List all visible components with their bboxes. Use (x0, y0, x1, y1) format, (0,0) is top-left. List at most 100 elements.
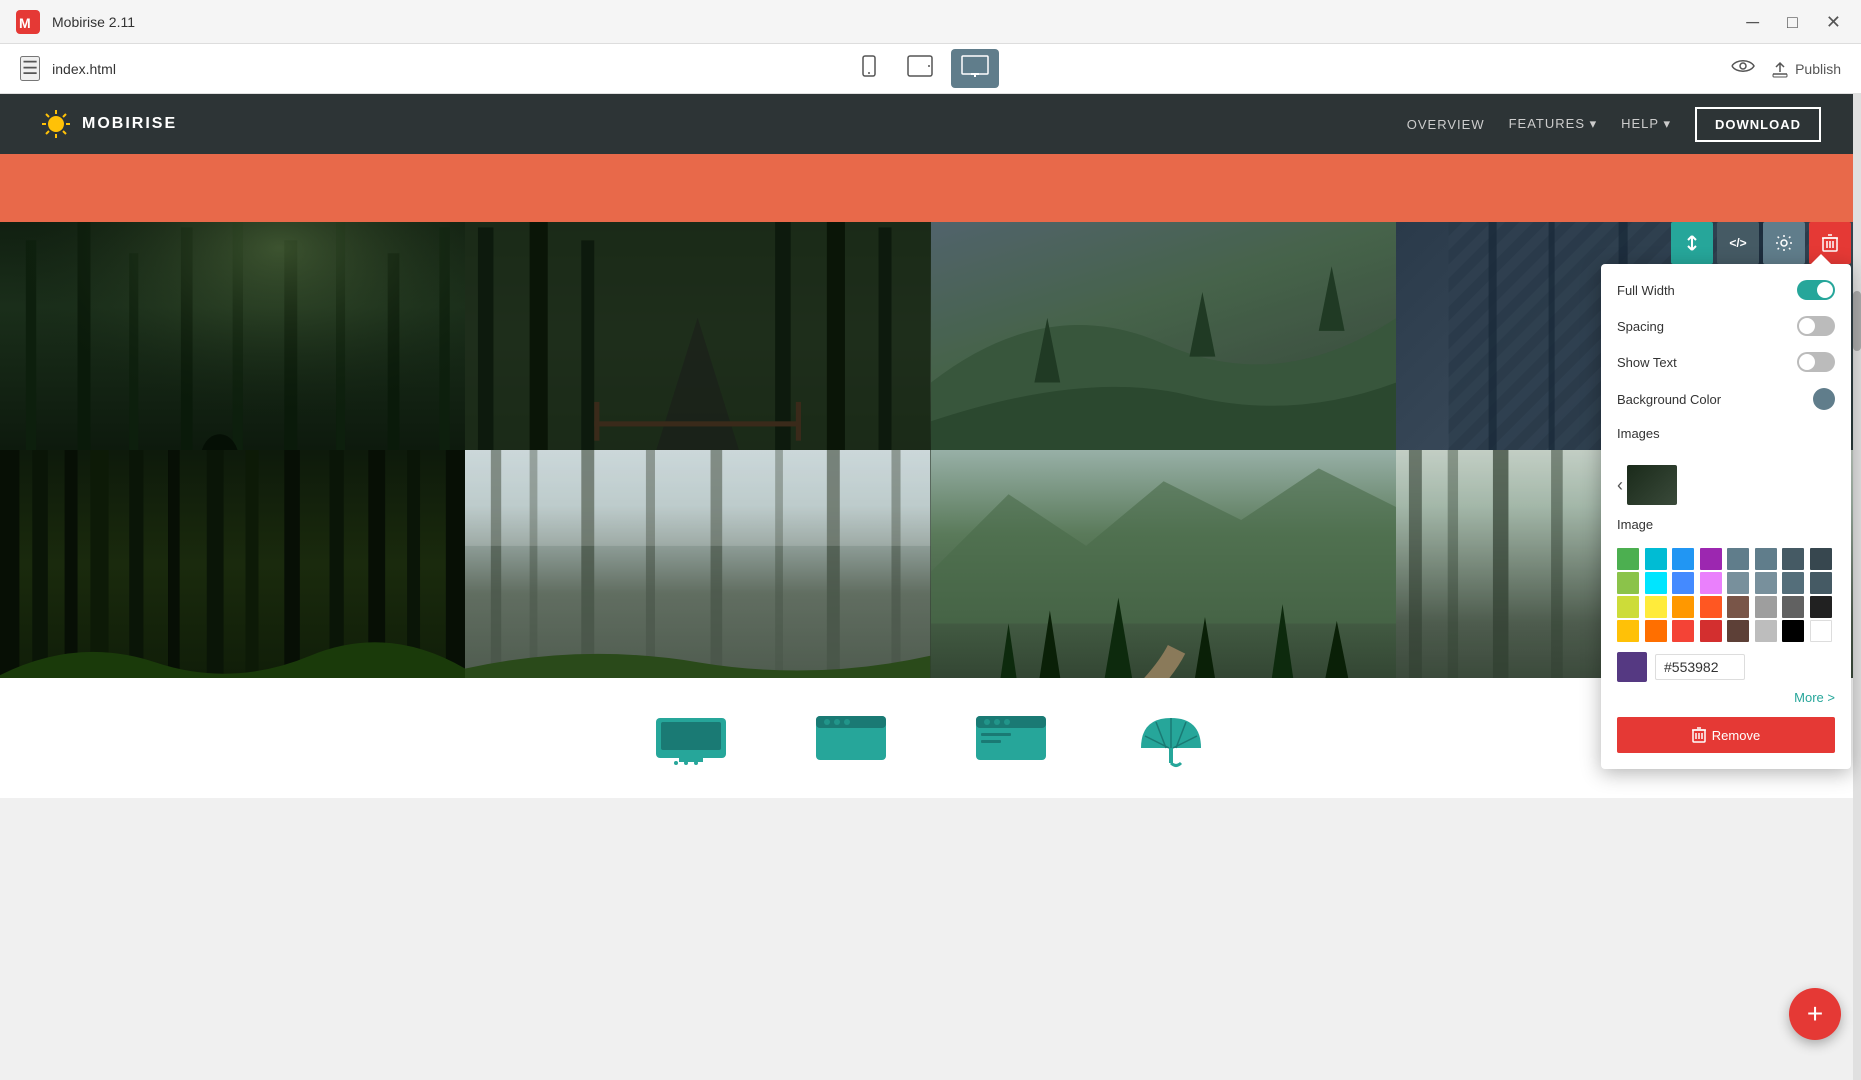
color-swatch[interactable] (1672, 572, 1694, 594)
color-swatch[interactable] (1727, 596, 1749, 618)
window-controls: ─ □ ✕ (1742, 13, 1845, 31)
settings-button[interactable] (1763, 222, 1805, 264)
image-label: Image (1617, 517, 1653, 532)
color-swatch[interactable] (1645, 548, 1667, 570)
color-swatch[interactable] (1782, 548, 1804, 570)
gallery-cell-6 (465, 450, 930, 678)
title-bar: M Mobirise 2.11 ─ □ ✕ (0, 0, 1861, 44)
image-prev-button[interactable]: ‹ (1617, 475, 1623, 496)
color-swatch[interactable] (1672, 596, 1694, 618)
forest-img-1 (0, 222, 465, 450)
color-swatch[interactable] (1727, 572, 1749, 594)
color-swatch[interactable] (1700, 620, 1722, 642)
panel-arrow (1811, 254, 1831, 264)
nav-help[interactable]: HELP ▾ (1621, 116, 1671, 132)
color-swatch[interactable] (1810, 572, 1832, 594)
add-block-button[interactable]: + (1789, 988, 1841, 1040)
full-width-label: Full Width (1617, 283, 1675, 298)
color-swatch[interactable] (1617, 620, 1639, 642)
svg-text:M: M (19, 15, 31, 31)
tablet-icon (907, 55, 933, 77)
publish-button[interactable]: Publish (1771, 60, 1841, 78)
color-swatch[interactable] (1617, 548, 1639, 570)
color-swatch[interactable] (1672, 548, 1694, 570)
color-swatch[interactable] (1755, 620, 1777, 642)
image-label-row: Image (1617, 517, 1835, 532)
preview-navbar: MOBIRISE OVERVIEW FEATURES ▾ HELP ▾ DOWN… (0, 94, 1861, 154)
gallery-cell-2 (465, 222, 930, 450)
code-button[interactable]: </> (1717, 222, 1759, 264)
spacing-row: Spacing (1617, 316, 1835, 336)
desktop-view-button[interactable] (951, 49, 999, 88)
tablet-view-button[interactable] (897, 49, 943, 88)
bg-color-row: Background Color (1617, 388, 1835, 410)
color-swatch[interactable] (1645, 620, 1667, 642)
color-swatch[interactable] (1782, 620, 1804, 642)
title-bar-left: M Mobirise 2.11 (16, 10, 135, 34)
trash-icon (1822, 234, 1838, 252)
scrollbar-thumb[interactable] (1853, 291, 1861, 351)
publish-label: Publish (1795, 61, 1841, 77)
spacing-toggle[interactable] (1797, 316, 1835, 336)
spacing-label: Spacing (1617, 319, 1664, 334)
color-swatch[interactable] (1672, 620, 1694, 642)
remove-button[interactable]: Remove (1617, 717, 1835, 753)
feature-icon-4 (1131, 708, 1211, 768)
color-swatch[interactable] (1782, 572, 1804, 594)
feature-icon-1 (651, 708, 731, 768)
color-swatch[interactable] (1617, 596, 1639, 618)
color-swatch[interactable] (1810, 620, 1832, 642)
forest-img-2 (465, 222, 930, 450)
settings-panel: Full Width Spacing Show Text Background … (1601, 264, 1851, 769)
close-button[interactable]: ✕ (1822, 13, 1845, 31)
color-swatch[interactable] (1782, 596, 1804, 618)
color-input-row (1617, 652, 1835, 682)
color-swatch[interactable] (1755, 596, 1777, 618)
maximize-button[interactable]: □ (1783, 13, 1802, 31)
color-swatch[interactable] (1755, 572, 1777, 594)
brand-sun-icon (40, 108, 72, 140)
code-icon: </> (1729, 236, 1746, 250)
color-swatch[interactable] (1810, 548, 1832, 570)
bg-color-label: Background Color (1617, 392, 1721, 407)
mobile-icon (859, 55, 879, 77)
menu-button[interactable]: ☰ (20, 56, 40, 81)
feature-icon-2 (811, 708, 891, 768)
minimize-button[interactable]: ─ (1742, 13, 1763, 31)
mobile-view-button[interactable] (849, 49, 889, 88)
arrange-icon (1683, 234, 1701, 252)
icons-section (0, 678, 1861, 798)
full-width-row: Full Width (1617, 280, 1835, 300)
show-text-toggle[interactable] (1797, 352, 1835, 372)
color-swatch[interactable] (1700, 548, 1722, 570)
main-toolbar: ☰ index.html (0, 44, 1861, 94)
upload-icon (1771, 60, 1789, 78)
forest-img-3 (931, 222, 1396, 450)
color-swatch[interactable] (1727, 548, 1749, 570)
nav-overview[interactable]: OVERVIEW (1407, 117, 1485, 132)
icon-1 (651, 708, 731, 768)
color-swatch[interactable] (1755, 548, 1777, 570)
app-logo: M (16, 10, 40, 34)
more-link[interactable]: More > (1617, 690, 1835, 705)
images-row: Images (1617, 426, 1835, 449)
arrange-button[interactable] (1671, 222, 1713, 264)
gallery-cell-3 (931, 222, 1396, 450)
full-width-toggle[interactable] (1797, 280, 1835, 300)
color-hex-input[interactable] (1655, 654, 1745, 680)
color-grid (1617, 548, 1835, 642)
icon-4 (1131, 708, 1211, 768)
bg-color-circle[interactable] (1813, 388, 1835, 410)
app-title: Mobirise 2.11 (52, 14, 135, 30)
preview-button[interactable] (1731, 57, 1755, 81)
color-swatch[interactable] (1645, 572, 1667, 594)
color-swatch[interactable] (1810, 596, 1832, 618)
color-swatch[interactable] (1700, 596, 1722, 618)
scrollbar[interactable] (1853, 94, 1861, 1080)
color-swatch[interactable] (1700, 572, 1722, 594)
color-swatch[interactable] (1617, 572, 1639, 594)
color-swatch[interactable] (1645, 596, 1667, 618)
color-swatch[interactable] (1727, 620, 1749, 642)
nav-download-button[interactable]: DOWNLOAD (1695, 107, 1821, 142)
nav-features[interactable]: FEATURES ▾ (1509, 116, 1598, 132)
